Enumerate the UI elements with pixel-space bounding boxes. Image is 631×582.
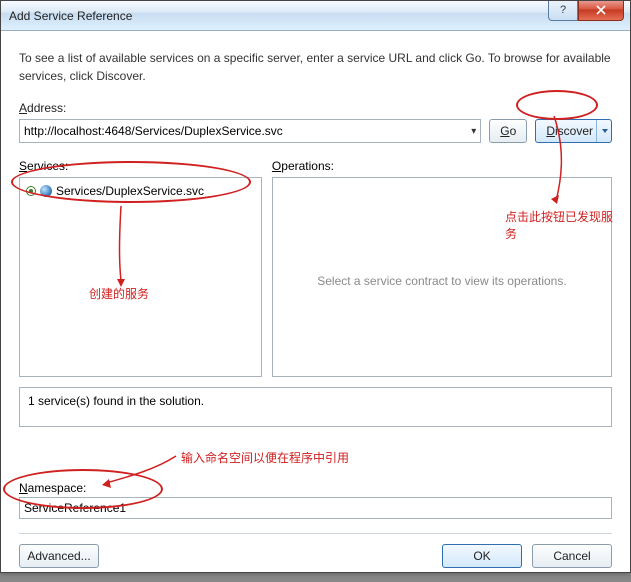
- separator: [19, 533, 612, 534]
- help-button[interactable]: ?: [548, 1, 578, 21]
- services-label: Services:: [19, 159, 262, 173]
- dialog-content: To see a list of available services on a…: [1, 31, 630, 582]
- window-buttons: ?: [548, 1, 624, 21]
- ok-button[interactable]: OK: [442, 544, 522, 568]
- address-value: http://localhost:4648/Services/DuplexSer…: [24, 124, 283, 138]
- go-button[interactable]: Go: [489, 119, 527, 143]
- operations-placeholder: Select a service contract to view its op…: [279, 274, 605, 288]
- address-combobox[interactable]: http://localhost:4648/Services/DuplexSer…: [19, 119, 481, 143]
- titlebar[interactable]: Add Service Reference ?: [1, 1, 630, 31]
- status-box: 1 service(s) found in the solution.: [19, 387, 612, 427]
- service-item[interactable]: Services/DuplexService.svc: [26, 184, 255, 198]
- dropdown-arrow-icon: ▾: [471, 126, 476, 137]
- operations-list: Select a service contract to view its op…: [272, 177, 612, 377]
- namespace-input[interactable]: [19, 497, 612, 519]
- namespace-label: Namespace:: [19, 481, 612, 495]
- radio-icon: [26, 186, 36, 196]
- service-item-label: Services/DuplexService.svc: [56, 184, 204, 198]
- chevron-down-icon: [602, 129, 608, 133]
- cancel-button[interactable]: Cancel: [532, 544, 612, 568]
- advanced-button[interactable]: Advanced...: [19, 544, 99, 568]
- dialog-window: Add Service Reference ? To see a list of…: [0, 0, 631, 573]
- globe-icon: [40, 185, 52, 197]
- instructions-text: To see a list of available services on a…: [19, 49, 612, 85]
- address-label: Address:: [19, 101, 612, 115]
- annotation-text-namespace: 输入命名空间以便在程序中引用: [181, 449, 349, 466]
- discover-button[interactable]: Discover: [535, 119, 612, 143]
- window-title: Add Service Reference: [9, 9, 548, 23]
- services-list[interactable]: Services/DuplexService.svc: [19, 177, 262, 377]
- close-button[interactable]: [578, 1, 624, 21]
- status-text: 1 service(s) found in the solution.: [28, 394, 204, 408]
- operations-label: Operations:: [272, 159, 612, 173]
